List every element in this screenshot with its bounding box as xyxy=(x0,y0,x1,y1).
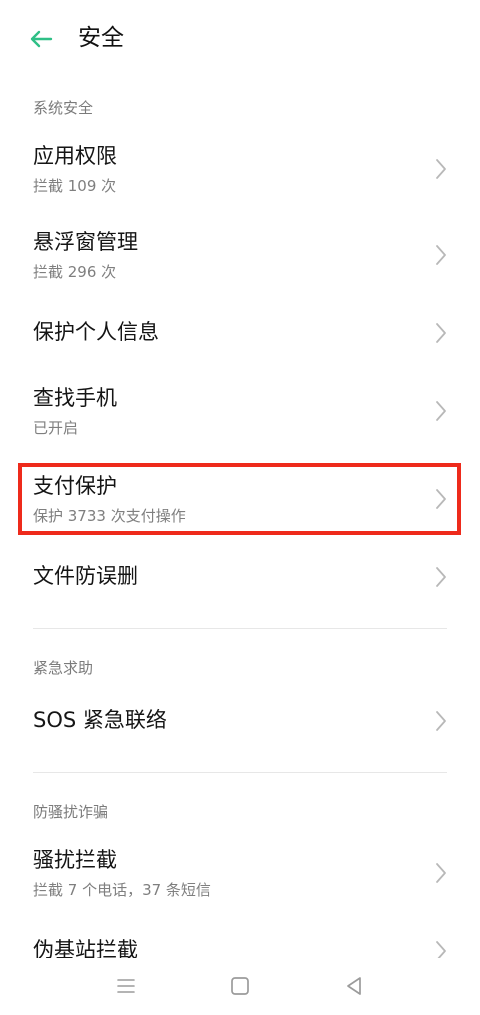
item-title: 文件防误删 xyxy=(33,564,138,588)
divider xyxy=(33,628,447,629)
chevron-right-icon xyxy=(436,711,446,731)
list-item-fake-station-block[interactable]: 伪基站拦截 xyxy=(0,922,480,962)
list-item-find-phone[interactable]: 查找手机 已开启 xyxy=(0,372,480,450)
list-item-app-permission[interactable]: 应用权限 拦截 109 次 xyxy=(0,130,480,208)
list-item-privacy[interactable]: 保护个人信息 xyxy=(0,302,480,364)
item-subtitle: 拦截 109 次 xyxy=(33,177,117,195)
item-subtitle: 已开启 xyxy=(33,419,79,437)
item-subtitle: 拦截 296 次 xyxy=(33,263,117,281)
nav-menu-button[interactable] xyxy=(114,974,138,998)
triangle-back-icon xyxy=(347,977,361,995)
item-title: 查找手机 xyxy=(33,386,117,410)
chevron-right-icon xyxy=(436,401,446,421)
item-title: 悬浮窗管理 xyxy=(33,230,138,254)
system-nav-bar xyxy=(0,958,480,1015)
nav-back-button[interactable] xyxy=(342,974,366,998)
chevron-right-icon xyxy=(436,245,446,265)
section-header-emergency: 紧急求助 xyxy=(33,659,94,677)
section-header-anti-harassment: 防骚扰诈骗 xyxy=(33,803,109,821)
item-title: 保护个人信息 xyxy=(33,320,159,344)
top-bar: 安全 xyxy=(0,0,480,78)
list-item-file-protection[interactable]: 文件防误删 xyxy=(0,545,480,607)
arrow-left-icon xyxy=(30,30,53,48)
highlight-box xyxy=(18,463,461,535)
item-title: SOS 紧急联络 xyxy=(33,708,167,732)
chevron-right-icon xyxy=(436,323,446,343)
list-item-floating-window[interactable]: 悬浮窗管理 拦截 296 次 xyxy=(0,216,480,294)
chevron-right-icon xyxy=(436,863,446,883)
page-title: 安全 xyxy=(78,25,124,51)
nav-home-button[interactable] xyxy=(228,974,252,998)
chevron-right-icon xyxy=(436,159,446,179)
section-header-system-security: 系统安全 xyxy=(33,99,94,117)
item-title: 应用权限 xyxy=(33,144,117,168)
chevron-right-icon xyxy=(436,567,446,587)
item-subtitle: 拦截 7 个电话，37 条短信 xyxy=(33,881,211,899)
square-home-icon xyxy=(231,977,249,995)
list-item-sos[interactable]: SOS 紧急联络 xyxy=(0,690,480,752)
list-item-harassment-block[interactable]: 骚扰拦截 拦截 7 个电话，37 条短信 xyxy=(0,834,480,912)
divider xyxy=(33,772,447,773)
item-title: 骚扰拦截 xyxy=(33,848,117,872)
menu-icon xyxy=(117,979,135,993)
back-button[interactable] xyxy=(26,24,56,54)
